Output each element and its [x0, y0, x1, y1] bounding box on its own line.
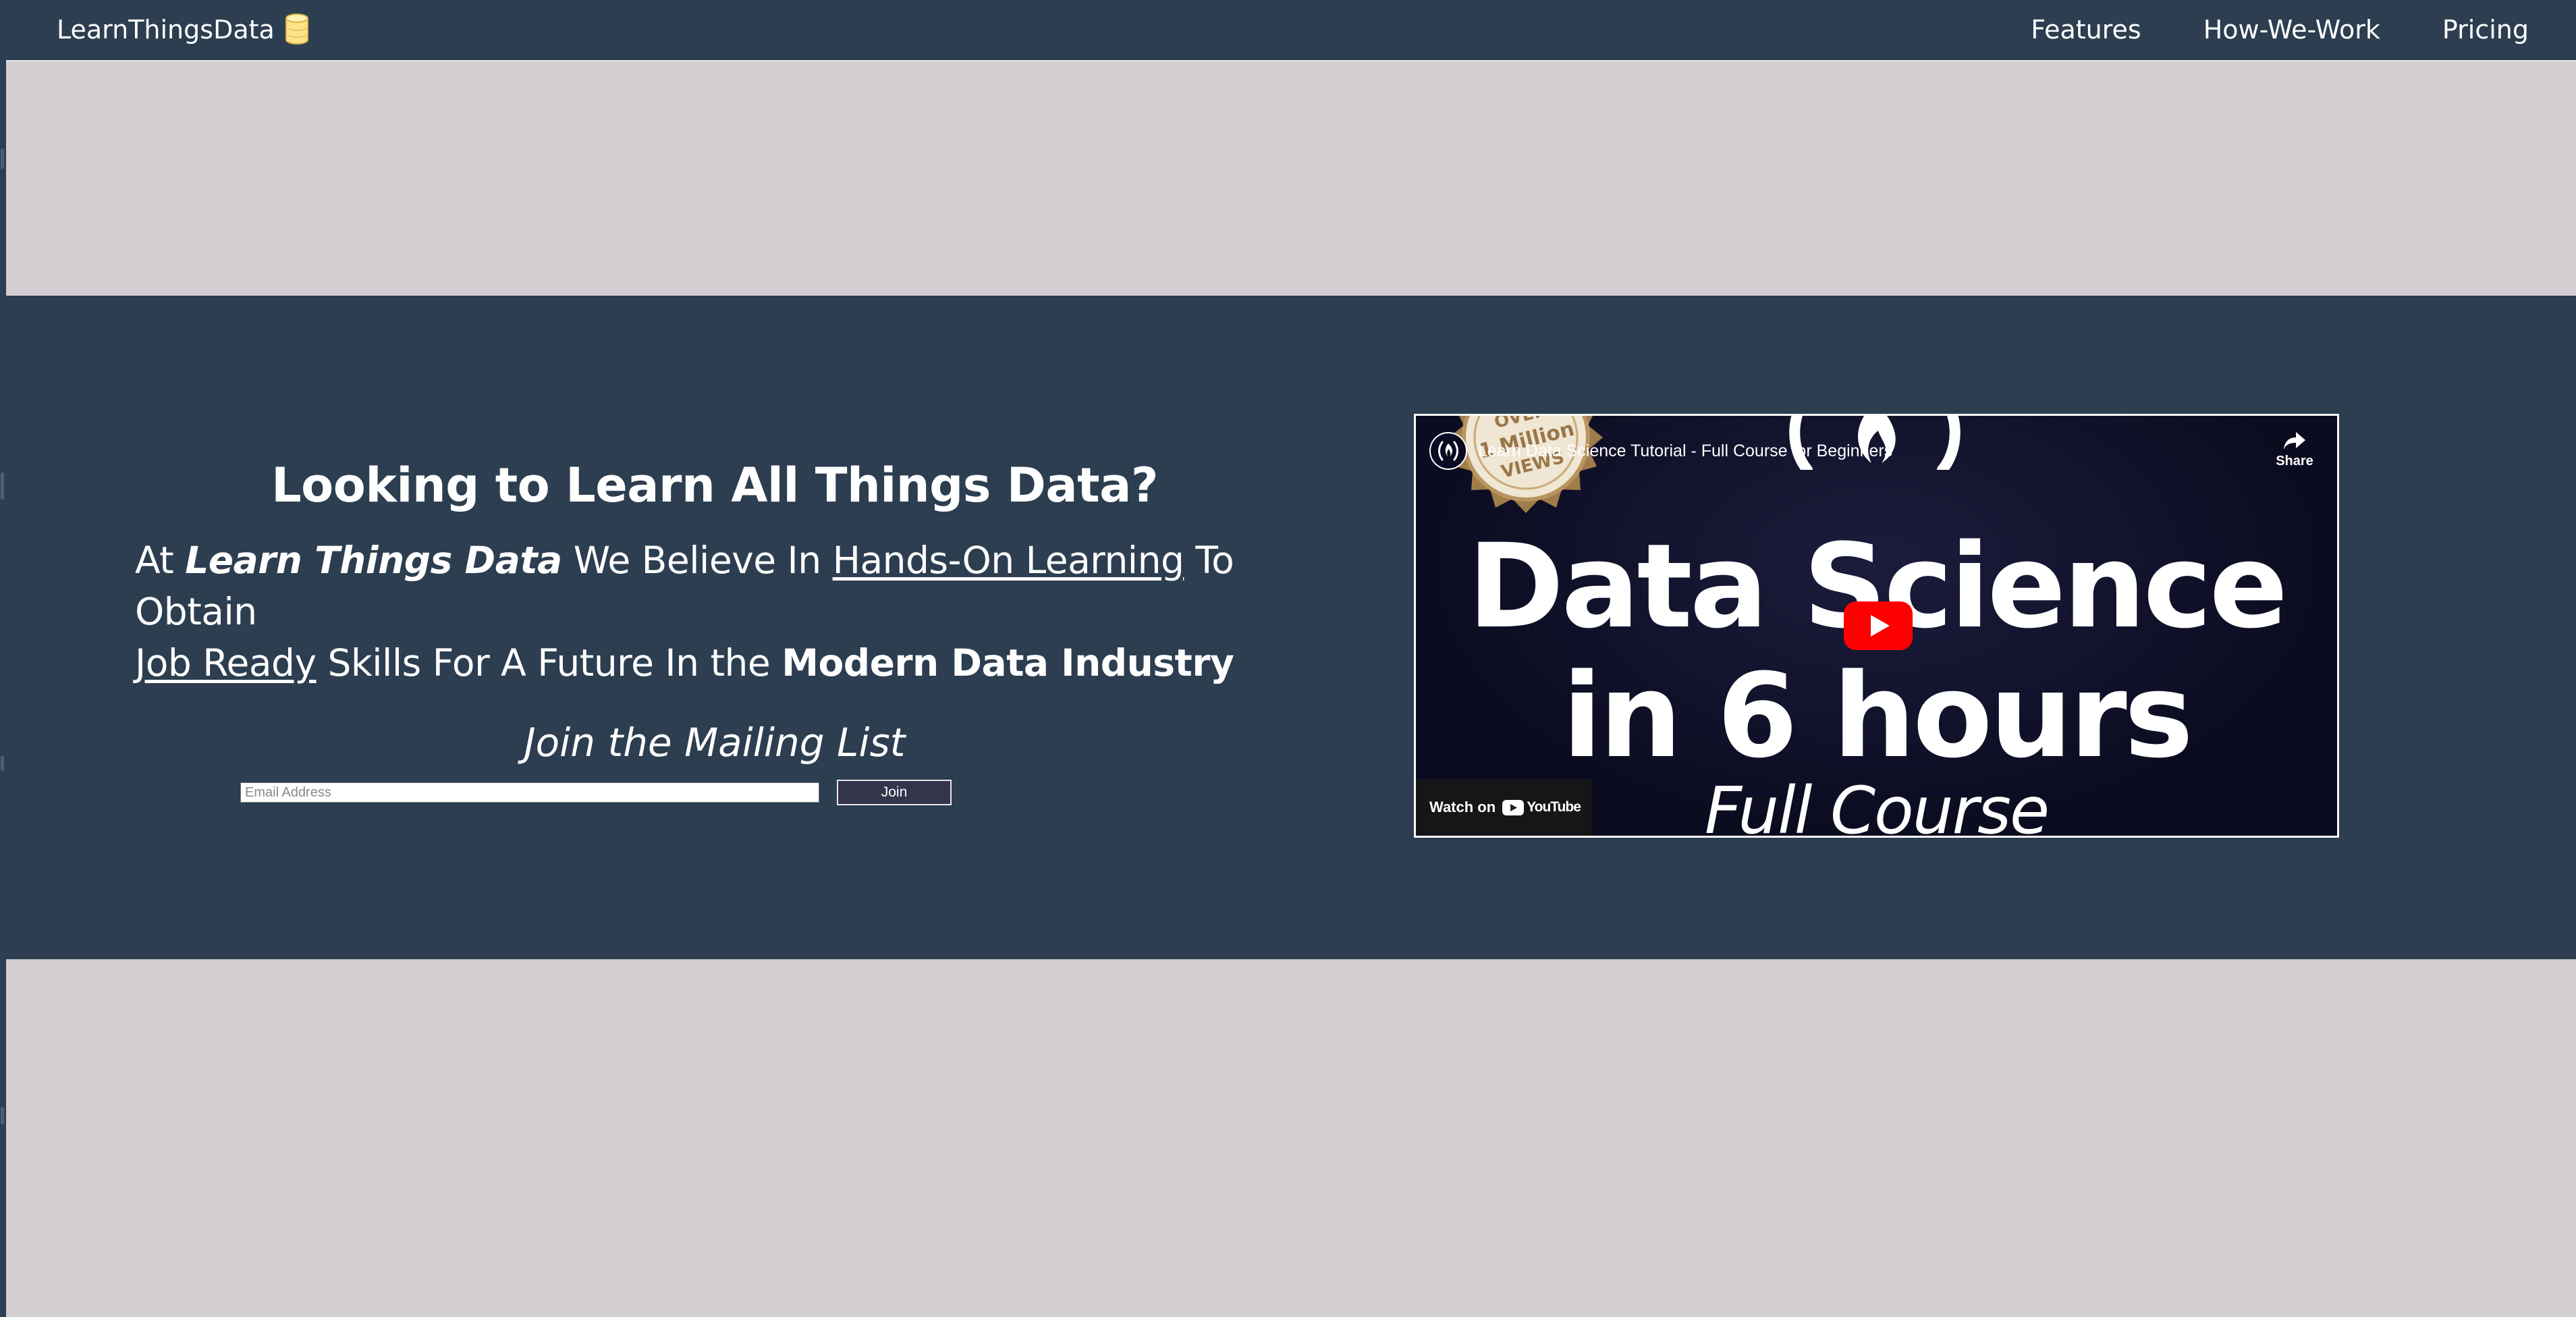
- channel-avatar[interactable]: [1429, 432, 1467, 470]
- nav-link-pricing[interactable]: Pricing: [2442, 15, 2529, 45]
- brand-name: LearnThingsData: [57, 15, 275, 45]
- edge-mark: [1, 473, 4, 500]
- youtube-video-embed[interactable]: OVER 1 Million VIEWS Learn Data Science …: [1414, 414, 2339, 838]
- hero-content: Looking to Learn All Things Data? At Lea…: [124, 452, 1305, 770]
- hero-title: Looking to Learn All Things Data?: [271, 458, 1158, 513]
- watch-on-label: Watch on: [1429, 799, 1496, 815]
- nav-link-features[interactable]: Features: [2031, 15, 2141, 45]
- youtube-logo: YouTube: [1502, 799, 1581, 815]
- nav-link-how-we-work[interactable]: How-We-Work: [2203, 15, 2380, 45]
- youtube-play-icon: [1502, 799, 1525, 815]
- hero-text-industry: Modern Data Industry: [782, 641, 1234, 684]
- hero-section: Looking to Learn All Things Data? At Lea…: [6, 296, 2576, 959]
- video-header: Learn Data Science Tutorial - Full Cours…: [1429, 432, 1892, 470]
- email-address-input[interactable]: [240, 782, 819, 803]
- hero-text-brand: Learn Things Data: [185, 539, 562, 582]
- youtube-wordmark: YouTube: [1527, 799, 1581, 815]
- hero-text-hands-on: Hands-On Learning: [832, 539, 1184, 582]
- share-label: Share: [2276, 454, 2313, 468]
- watch-on-youtube-button[interactable]: Watch on YouTube: [1416, 779, 1591, 836]
- join-button[interactable]: Join: [837, 780, 952, 805]
- mailing-list-title: Join the Mailing List: [524, 720, 906, 765]
- hero-text-at: At: [135, 539, 186, 582]
- hero-description: At Learn Things Data We Believe In Hands…: [124, 535, 1305, 689]
- top-navbar: LearnThingsData Features How-We-Work Pri…: [6, 0, 2576, 61]
- share-button[interactable]: Share: [2271, 431, 2318, 469]
- brand-link[interactable]: LearnThingsData: [57, 14, 310, 46]
- play-button-icon[interactable]: [1844, 601, 1913, 650]
- freecodecamp-avatar-icon: [1438, 441, 1458, 461]
- page-left-edge: [0, 0, 6, 1317]
- edge-mark: [1, 1107, 4, 1125]
- edge-mark: [1, 756, 4, 771]
- thumbnail-line-2: in 6 hours: [1562, 648, 2193, 784]
- mailing-list-form: Join: [240, 780, 952, 805]
- nav-links: Features How-We-Work Pricing: [2031, 14, 2529, 46]
- hero-text-skills: Skills For A Future In the: [316, 641, 782, 684]
- database-icon: [285, 14, 308, 45]
- edge-mark: [1, 149, 4, 169]
- share-icon: [2284, 432, 2305, 450]
- hero-text-job-ready: Job Ready: [135, 641, 317, 684]
- video-title[interactable]: Learn Data Science Tutorial - Full Cours…: [1478, 441, 1892, 461]
- hero-text-believe: We Believe In: [561, 539, 833, 582]
